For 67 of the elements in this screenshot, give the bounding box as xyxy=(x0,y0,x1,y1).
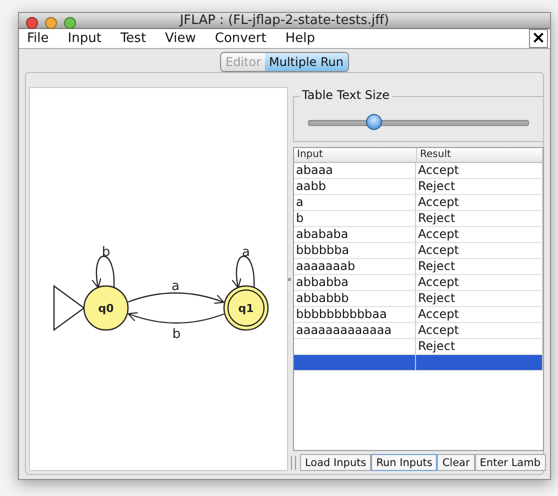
column-header[interactable]: Result xyxy=(417,148,542,162)
menu-item[interactable]: View xyxy=(165,31,196,46)
selected-row[interactable] xyxy=(294,355,542,371)
start-arrow-icon xyxy=(53,284,86,332)
table-cell: Reject xyxy=(416,291,542,306)
menu-item[interactable]: Test xyxy=(120,31,146,46)
table-cell: b xyxy=(294,211,416,226)
table-cell: abbabba xyxy=(294,275,416,290)
table-row[interactable]: aaaaaaab Reject xyxy=(294,259,542,275)
table-cell: Reject xyxy=(416,211,542,226)
toolbar-button[interactable]: Load Inputs xyxy=(300,454,372,471)
table-cell: Accept xyxy=(416,323,542,338)
table-row[interactable]: aaaaaaaaaaaaa Accept xyxy=(294,323,542,339)
table-cell: Accept xyxy=(416,163,542,178)
slider-thumb[interactable] xyxy=(366,114,382,130)
table-row[interactable]: abbabba Accept xyxy=(294,275,542,291)
table-cell: Accept xyxy=(416,307,542,322)
transition-label: b xyxy=(172,327,181,342)
table-row[interactable]: a Accept xyxy=(294,195,542,211)
table-row[interactable]: abababa Accept xyxy=(294,227,542,243)
menu-item[interactable]: Input xyxy=(68,31,102,46)
text-size-slider[interactable] xyxy=(308,114,528,130)
transition-label: a xyxy=(242,245,250,260)
toolbar-button[interactable]: Clear xyxy=(437,454,475,471)
tab[interactable]: Multiple Run xyxy=(265,53,348,71)
table-row[interactable]: bbbbbbbbbbaa Accept xyxy=(294,307,542,323)
window-title: JFLAP : (FL-jflap-2-state-tests.jff) xyxy=(180,13,390,28)
menu-item[interactable]: File xyxy=(27,31,49,46)
table-cell: aaaaaaaaaaaaa xyxy=(294,323,416,338)
transition-label: b xyxy=(102,245,110,260)
table-cell: Reject xyxy=(416,259,542,274)
loop-transition xyxy=(92,256,115,288)
state-label: q1 xyxy=(238,302,254,315)
zoom-light-icon[interactable] xyxy=(64,17,76,29)
table-cell: abababa xyxy=(294,227,416,242)
table-cell: Accept xyxy=(416,275,542,290)
table-cell: Reject xyxy=(416,339,542,354)
table-cell: aabb xyxy=(294,179,416,194)
table-cell: aaaaaaab xyxy=(294,259,416,274)
loop-transition xyxy=(232,256,255,288)
table-cell: Accept xyxy=(416,243,542,258)
table-cell: abbabbb xyxy=(294,291,416,306)
table-row[interactable]: aabb Reject xyxy=(294,179,542,195)
table-row[interactable]: abbabbb Reject xyxy=(294,291,542,307)
menu-item[interactable]: Convert xyxy=(214,31,266,46)
close-light-icon[interactable] xyxy=(26,17,38,29)
toolbar-grip xyxy=(291,456,296,470)
transition-label: a xyxy=(172,279,180,294)
toolbar-button[interactable]: Run Inputs xyxy=(371,454,438,471)
table-cell: bbbbbba xyxy=(294,243,416,258)
table-cell: a xyxy=(294,195,416,210)
column-header[interactable]: Input xyxy=(294,148,417,162)
table-row[interactable]: b Reject xyxy=(294,211,542,227)
table-cell: Reject xyxy=(416,179,542,194)
table-row[interactable]: abaaa Accept xyxy=(294,163,542,179)
menu-item[interactable]: Help xyxy=(285,31,315,46)
state-label: q0 xyxy=(98,302,114,315)
table-cell: bbbbbbbbbbaa xyxy=(294,307,416,322)
table-cell: Accept xyxy=(416,195,542,210)
toolbar-button[interactable]: Enter Lamb xyxy=(474,454,546,471)
minimize-light-icon[interactable] xyxy=(45,17,57,29)
group-title: Table Text Size xyxy=(300,88,392,102)
close-button[interactable]: × xyxy=(529,29,548,48)
table-cell: Accept xyxy=(416,227,542,242)
table-row[interactable]: bbbbbba Accept xyxy=(294,243,542,259)
splitter-handle[interactable] xyxy=(288,278,291,280)
table-cell: abaaa xyxy=(294,163,416,178)
